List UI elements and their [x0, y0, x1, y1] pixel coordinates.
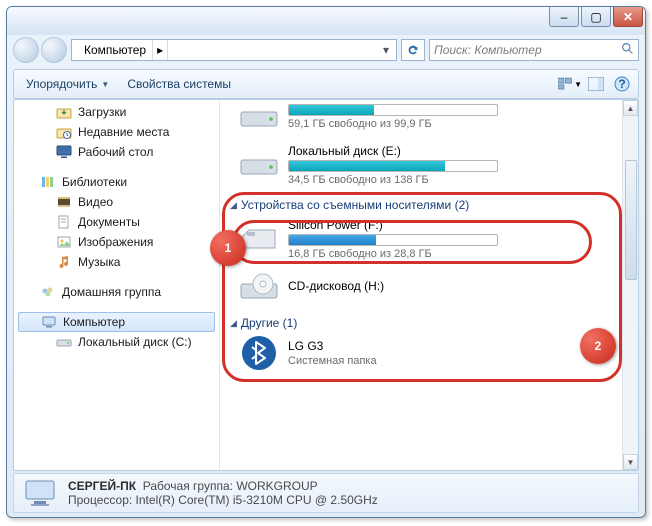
change-view-button[interactable]: ▼	[558, 73, 582, 95]
group-removable[interactable]: ◢Устройства со съемными носителями (2)	[224, 192, 634, 214]
nav-recent[interactable]: Недавние места	[14, 122, 219, 142]
drive-lg[interactable]: LG G3 Системная папка	[224, 332, 634, 376]
documents-icon	[56, 214, 72, 230]
pc-name: СЕРГЕЙ-ПК	[68, 479, 136, 493]
status-bar: СЕРГЕЙ-ПК Рабочая группа: WORKGROUP Проц…	[13, 473, 639, 513]
preview-pane-button[interactable]	[584, 73, 608, 95]
forward-button[interactable]	[41, 37, 67, 63]
nav-libraries[interactable]: Библиотеки	[14, 172, 219, 192]
scrollbar[interactable]: ▲ ▼	[622, 100, 638, 470]
libraries-icon	[40, 174, 56, 190]
chevron-down-icon: ▼	[101, 80, 109, 89]
scroll-thumb[interactable]	[625, 160, 637, 280]
titlebar: – ▢ ✕	[7, 7, 645, 35]
drive-free-text: 16,8 ГБ свободно из 28,8 ГБ	[288, 248, 634, 260]
recent-icon	[56, 124, 72, 140]
help-button[interactable]: ?	[610, 73, 634, 95]
nav-homegroup[interactable]: Домашняя группа	[14, 282, 219, 302]
svg-text:?: ?	[618, 77, 625, 91]
nav-local-c[interactable]: Локальный диск (C:)	[14, 332, 219, 352]
hdd-icon	[238, 100, 280, 134]
explorer-window: – ▢ ✕ Компьютер ▸ ▾ Поиск: Компьютер Упо…	[6, 6, 646, 518]
drive-sub: Системная папка	[288, 355, 634, 367]
scroll-down-button[interactable]: ▼	[623, 454, 638, 470]
nav-music[interactable]: Музыка	[14, 252, 219, 272]
nav-desktop[interactable]: Рабочий стол	[14, 142, 219, 162]
close-icon: ✕	[623, 10, 633, 24]
address-dropdown[interactable]: ▾	[378, 43, 394, 57]
nav-computer[interactable]: Компьютер	[18, 312, 215, 332]
drive-icon	[56, 334, 72, 350]
collapse-icon: ◢	[230, 318, 237, 329]
search-placeholder: Поиск: Компьютер	[434, 43, 542, 57]
search-icon	[621, 42, 634, 58]
drive-name: Silicon Power (F:)	[288, 218, 634, 232]
collapse-icon: ◢	[230, 200, 237, 211]
hdd-icon	[238, 148, 280, 182]
drive-name: CD-дисковод (H:)	[288, 279, 634, 293]
drive-free-text: 59,1 ГБ свободно из 99,9 ГБ	[288, 118, 634, 130]
close-button[interactable]: ✕	[613, 7, 643, 27]
nav-documents[interactable]: Документы	[14, 212, 219, 232]
homegroup-icon	[40, 284, 56, 300]
status-text: СЕРГЕЙ-ПК Рабочая группа: WORKGROUP Проц…	[68, 479, 378, 507]
music-icon	[56, 254, 72, 270]
address-segment-computer[interactable]: Компьютер	[74, 40, 153, 60]
address-bar[interactable]: Компьютер ▸ ▾	[71, 39, 397, 61]
drive-cd[interactable]: CD-дисковод (H:)	[224, 266, 634, 310]
back-button[interactable]	[13, 37, 39, 63]
nav-downloads[interactable]: Загрузки	[14, 102, 219, 122]
minimize-icon: –	[561, 10, 568, 24]
bluetooth-icon	[238, 336, 280, 370]
system-properties-button[interactable]: Свойства системы	[119, 73, 239, 95]
computer-icon	[41, 314, 57, 330]
organize-button[interactable]: Упорядочить▼	[18, 73, 117, 95]
drive-free-text: 34,5 ГБ свободно из 138 ГБ	[288, 174, 634, 186]
navigation-pane: Загрузки Недавние места Рабочий стол Биб…	[14, 100, 220, 470]
pictures-icon	[56, 234, 72, 250]
downloads-icon	[56, 104, 72, 120]
nav-buttons	[13, 37, 67, 63]
minimize-button[interactable]: –	[549, 7, 579, 27]
body: Загрузки Недавние места Рабочий стол Биб…	[13, 99, 639, 471]
annotation-2: 2	[580, 328, 616, 364]
drive-e[interactable]: Локальный диск (E:) 34,5 ГБ свободно из …	[224, 140, 634, 192]
nav-videos[interactable]: Видео	[14, 192, 219, 212]
drive-top-partial[interactable]: 59,1 ГБ свободно из 99,9 ГБ	[224, 100, 634, 140]
address-arrow[interactable]: ▸	[153, 40, 168, 60]
nav-row: Компьютер ▸ ▾ Поиск: Компьютер	[7, 35, 645, 65]
cd-icon	[238, 270, 280, 304]
drive-f[interactable]: Silicon Power (F:) 16,8 ГБ свободно из 2…	[224, 214, 634, 266]
computer-large-icon	[22, 475, 58, 511]
maximize-button[interactable]: ▢	[581, 7, 611, 27]
scroll-up-button[interactable]: ▲	[623, 100, 638, 116]
desktop-icon	[56, 144, 72, 160]
drive-name: Локальный диск (E:)	[288, 144, 634, 158]
address-text: Компьютер	[84, 43, 146, 57]
search-input[interactable]: Поиск: Компьютер	[429, 39, 639, 61]
refresh-button[interactable]	[401, 39, 425, 61]
maximize-icon: ▢	[590, 10, 601, 24]
group-other[interactable]: ◢Другие (1)	[224, 310, 634, 332]
videos-icon	[56, 194, 72, 210]
content-pane: 59,1 ГБ свободно из 99,9 ГБ Локальный ди…	[220, 100, 638, 470]
toolbar: Упорядочить▼ Свойства системы ▼ ?	[13, 69, 639, 99]
annotation-1: 1	[210, 230, 246, 266]
refresh-icon	[406, 43, 420, 57]
nav-pictures[interactable]: Изображения	[14, 232, 219, 252]
